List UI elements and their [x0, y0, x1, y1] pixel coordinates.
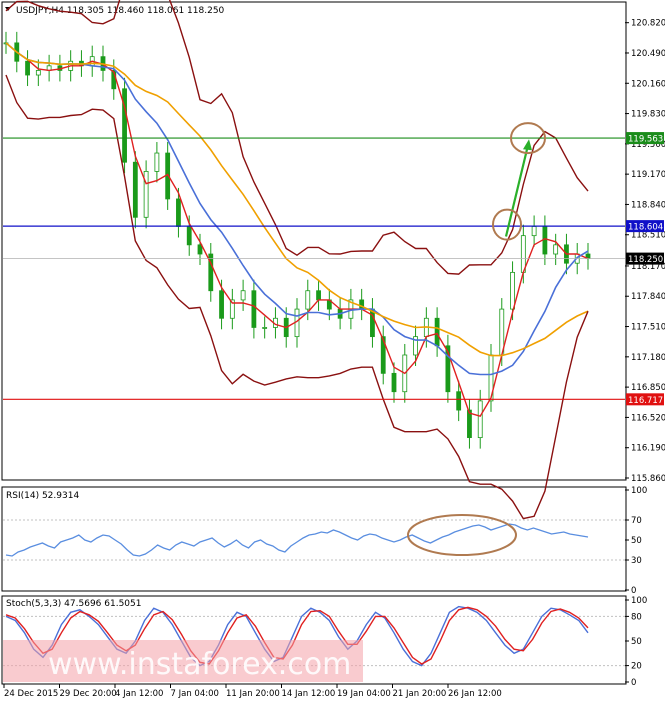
price-candle: [531, 226, 537, 237]
watermark-logo: www.instaforex.com: [3, 640, 363, 682]
x-tick-label: 29 Dec 20:00: [60, 689, 117, 699]
y-tick-label: 0: [631, 678, 636, 688]
price-candle: [510, 271, 515, 310]
price-candle: [251, 290, 257, 328]
y-tick-label: 100: [631, 596, 647, 606]
y-tick-label: 100: [631, 486, 647, 496]
x-tick-label: 11 Jan 20:00: [226, 689, 280, 699]
y-tick-label: 0: [631, 586, 636, 596]
x-tick-label: 7 Jan 04:00: [171, 689, 219, 699]
price-y-axis: 120.820120.490120.160119.830119.500119.1…: [625, 19, 665, 484]
y-tick-label: 116.190: [631, 444, 665, 454]
price-candle: [154, 152, 160, 172]
rsi-label: RSI(14) 52.9314: [6, 491, 79, 501]
y-tick-label: 120.160: [631, 79, 665, 89]
y-tick-label: 115.860: [631, 474, 665, 484]
current-price-label: 118.250: [628, 255, 663, 265]
price-candle: [240, 290, 246, 301]
y-tick-label: 20: [631, 662, 642, 672]
level-label: 118.604: [628, 223, 663, 233]
stoch-y-axis: 100 80 50 20 0: [625, 596, 647, 688]
y-tick-label: 50: [631, 637, 642, 647]
price-candle: [186, 226, 192, 246]
price-candle: [305, 290, 311, 310]
price-candle: [456, 391, 462, 411]
y-tick-label: 50: [631, 536, 642, 546]
price-candle: [477, 400, 483, 439]
y-tick-label: 117.180: [631, 353, 665, 363]
y-tick-label: 119.170: [631, 170, 665, 180]
price-candle: [370, 308, 375, 338]
y-tick-label: 30: [631, 556, 642, 566]
time-x-axis: 24 Dec 2015 29 Dec 20:004 Jan 12:00 7 Jan …: [3, 684, 502, 699]
level-label: 116.717: [628, 396, 663, 406]
price-candle: [35, 70, 41, 76]
price-pane-frame: [1, 1, 627, 481]
stoch-label: Stoch(5,3,3) 47.5696 61.5051: [6, 599, 141, 609]
price-candle: [176, 198, 181, 227]
y-tick-label: 116.850: [631, 383, 665, 393]
x-tick-label: 26 Jan 12:00: [448, 689, 502, 699]
price-candle: [219, 290, 224, 319]
price-candle: [25, 60, 30, 76]
y-tick-label: 117.840: [631, 292, 665, 302]
x-tick-label: 4 Jan 12:00: [115, 689, 163, 699]
price-candle: [434, 317, 440, 347]
price-candle: [316, 290, 321, 301]
chart-title: USDJPY,H4 118.305 118.460 118.061 118.25…: [16, 6, 225, 16]
y-tick-label: 70: [631, 516, 642, 526]
price-candle: [391, 372, 397, 393]
level-label: 119.563: [628, 135, 663, 145]
x-tick-label: 14 Jan 12:00: [282, 689, 336, 699]
price-candle: [132, 161, 138, 218]
svg-text:www.instaforex.com: www.instaforex.com: [48, 647, 351, 682]
price-candle: [197, 244, 203, 255]
x-tick-label: 19 Jan 04:00: [337, 689, 391, 699]
rsi-y-axis: 100 70 50 30 0: [625, 486, 647, 596]
y-tick-label: 116.520: [631, 413, 665, 423]
y-tick-label: 120.490: [631, 49, 665, 59]
x-tick-label: 24 Dec 2015: [4, 689, 58, 699]
x-tick-label: 21 Jan 20:00: [393, 689, 447, 699]
y-tick-label: 120.820: [631, 19, 665, 29]
y-tick-label: 119.830: [631, 110, 665, 120]
price-candle: [553, 244, 559, 255]
forex-chart: USDJPY,H4 118.305 118.460 118.061 118.25…: [1, 0, 665, 699]
price-candle: [262, 327, 268, 329]
y-tick-label: 117.510: [631, 323, 665, 333]
y-tick-label: 80: [631, 612, 642, 622]
y-tick-label: 118.840: [631, 200, 665, 210]
price-candle: [122, 88, 127, 163]
